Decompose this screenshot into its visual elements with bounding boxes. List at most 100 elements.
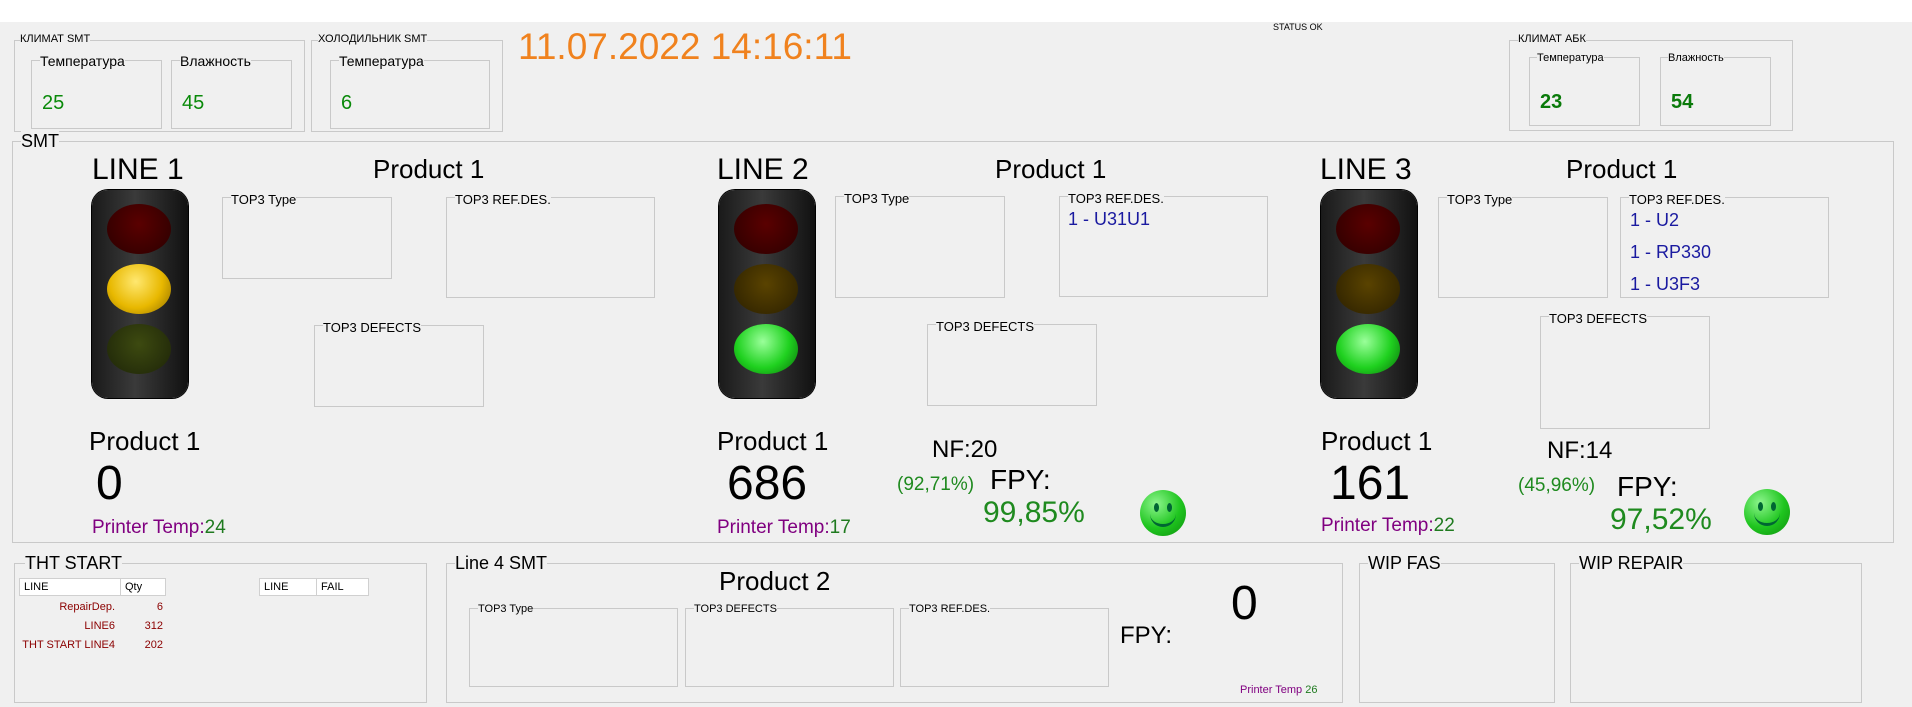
- line4-count: 0: [1231, 577, 1258, 630]
- column-header: LINE: [259, 578, 317, 596]
- green-lamp: [107, 324, 171, 374]
- wip-repair-panel: [1570, 563, 1862, 703]
- line4-top3-type-box: [469, 608, 678, 687]
- climate-abk-title: КЛИМАТ АБК: [1518, 33, 1586, 45]
- status-text: STATUS OK: [1273, 22, 1323, 32]
- line-2-fpy-label: FPY:: [990, 464, 1051, 495]
- printer-temp-value: 24: [204, 517, 226, 538]
- yellow-lamp: [1336, 264, 1400, 314]
- yellow-lamp: [107, 264, 171, 314]
- printer-temp-label: Printer Temp:: [1321, 515, 1434, 536]
- smiley-eye: [1154, 503, 1159, 512]
- climate-smt-hum-label: Влажность: [180, 53, 251, 69]
- line4-top3-ref-label: TOP3 REF.DES.: [909, 603, 991, 615]
- line-2-top3-defects-label: TOP3 DEFECTS: [936, 319, 1035, 334]
- line4-product-header: Product 2: [719, 566, 831, 596]
- line-2-nf: NF:20: [932, 436, 998, 463]
- line-1-traffic-light-icon: [92, 190, 188, 398]
- line-2-traffic-light-icon: [719, 190, 815, 398]
- line-3-nf: NF:14: [1547, 437, 1613, 464]
- line4-top3-ref-box: [900, 608, 1109, 687]
- line-3-smiley-icon: [1744, 489, 1790, 535]
- line4-top3-type-label: TOP3 Type: [478, 603, 534, 615]
- line-3-top3-defects-label: TOP3 DEFECTS: [1549, 311, 1648, 326]
- line-3-count: 161: [1330, 457, 1411, 510]
- printer-temp-value: 26: [1305, 684, 1318, 696]
- climate-smt-title: КЛИМАТ SMT: [20, 33, 91, 45]
- climate-smt-temp-label: Температура: [40, 53, 125, 69]
- line4-printer-temp: Printer Temp 26: [1240, 684, 1317, 696]
- green-lamp: [1336, 324, 1400, 374]
- wip-repair-title: WIP REPAIR: [1579, 553, 1684, 574]
- smiley-mouth: [1150, 512, 1176, 527]
- line-3-product-header: Product 1: [1566, 154, 1678, 184]
- line-1-top3-defects-box: [314, 325, 484, 407]
- line-2-nf-pct: (92,71%): [897, 474, 975, 495]
- fridge-smt-temp-label: Температура: [339, 53, 424, 69]
- table-header-row: LINE FAIL: [259, 578, 369, 596]
- fridge-smt-temp-value: 6: [341, 92, 353, 114]
- line-3-printer-temp: Printer Temp:22: [1321, 515, 1455, 537]
- line-2-fpy-value: 99,85%: [983, 496, 1085, 529]
- printer-temp-value: 17: [829, 517, 851, 538]
- printer-temp-label: Printer Temp:: [717, 517, 830, 538]
- printer-temp-label: Printer Temp: [1240, 684, 1303, 696]
- fridge-smt-title: ХОЛОДИЛЬНИК SMT: [318, 33, 428, 45]
- line-3-top3-ref-label: TOP3 REF.DES.: [1629, 192, 1725, 207]
- tht-row-line: THT START LINE4: [22, 639, 115, 651]
- printer-temp-label: Printer Temp:: [92, 517, 205, 538]
- line-1-top3-defects-label: TOP3 DEFECTS: [323, 320, 422, 335]
- column-header: Qty: [120, 578, 166, 596]
- smiley-eye: [1771, 502, 1776, 511]
- climate-abk-hum-value: 54: [1671, 91, 1694, 113]
- red-lamp: [1336, 204, 1400, 254]
- line-1-top3-ref-label: TOP3 REF.DES.: [455, 192, 551, 207]
- line-2-count: 686: [727, 457, 808, 510]
- line-1-product-header: Product 1: [373, 154, 485, 184]
- tht-row-qty: 6: [156, 601, 163, 613]
- printer-temp-value: 22: [1433, 515, 1455, 536]
- smt-title: SMT: [21, 131, 59, 152]
- line-2-ref-item: 1 - U31U1: [1068, 209, 1151, 229]
- column-header: FAIL: [316, 578, 369, 596]
- green-lamp: [734, 324, 798, 374]
- tht-row-line: RepairDep.: [59, 601, 115, 613]
- wip-fas-title: WIP FAS: [1368, 553, 1441, 574]
- tht-fail-table: LINE FAIL: [259, 578, 369, 596]
- table-header-row: LINE Qty: [19, 578, 166, 596]
- line-3-fpy-label: FPY:: [1617, 471, 1678, 502]
- line-2-product-label: Product 1: [717, 426, 829, 456]
- line-2-top3-type-box: [835, 196, 1005, 298]
- line-3-traffic-light-icon: [1321, 190, 1417, 398]
- wip-fas-panel: [1359, 563, 1555, 703]
- yellow-lamp: [734, 264, 798, 314]
- line-1-count: 0: [96, 457, 123, 510]
- fridge-smt-temp-box: [330, 60, 490, 129]
- tht-start-title: THT START: [25, 553, 123, 574]
- line-1-printer-temp: Printer Temp:24: [92, 517, 226, 539]
- line-2-top3-ref-label: TOP3 REF.DES.: [1068, 191, 1164, 206]
- smiley-mouth: [1754, 511, 1780, 526]
- line4-top3-defects-label: TOP3 DEFECTS: [694, 603, 777, 615]
- line-1-title: LINE 1: [92, 153, 184, 186]
- smiley-eye: [1167, 503, 1172, 512]
- line-3-ref-item: 1 - U3F3: [1630, 274, 1701, 294]
- line-3-top3-type-box: [1438, 197, 1608, 298]
- line-3-ref-item: 1 - U2: [1630, 210, 1680, 230]
- line-1-product-label: Product 1: [89, 426, 201, 456]
- climate-smt-temp-value: 25: [42, 92, 65, 114]
- line-3-nf-pct: (45,96%): [1518, 475, 1596, 496]
- climate-abk-temp-value: 23: [1540, 91, 1563, 113]
- top-strip: [0, 0, 1912, 22]
- line-1-top3-type-box: [222, 197, 392, 279]
- datetime: 11.07.2022 14:16:11: [518, 26, 852, 67]
- line-3-title: LINE 3: [1320, 153, 1412, 186]
- line-1-top3-ref-box: [446, 197, 655, 298]
- climate-smt-hum-value: 45: [182, 92, 205, 114]
- line-3-fpy-value: 97,52%: [1610, 503, 1712, 536]
- line4-top3-defects-box: [685, 608, 894, 687]
- line-2-top3-type-label: TOP3 Type: [844, 191, 910, 206]
- smiley-eye: [1758, 502, 1763, 511]
- line-3-ref-item: 1 - RP330: [1630, 242, 1712, 262]
- climate-abk-temp-label: Температура: [1537, 52, 1604, 64]
